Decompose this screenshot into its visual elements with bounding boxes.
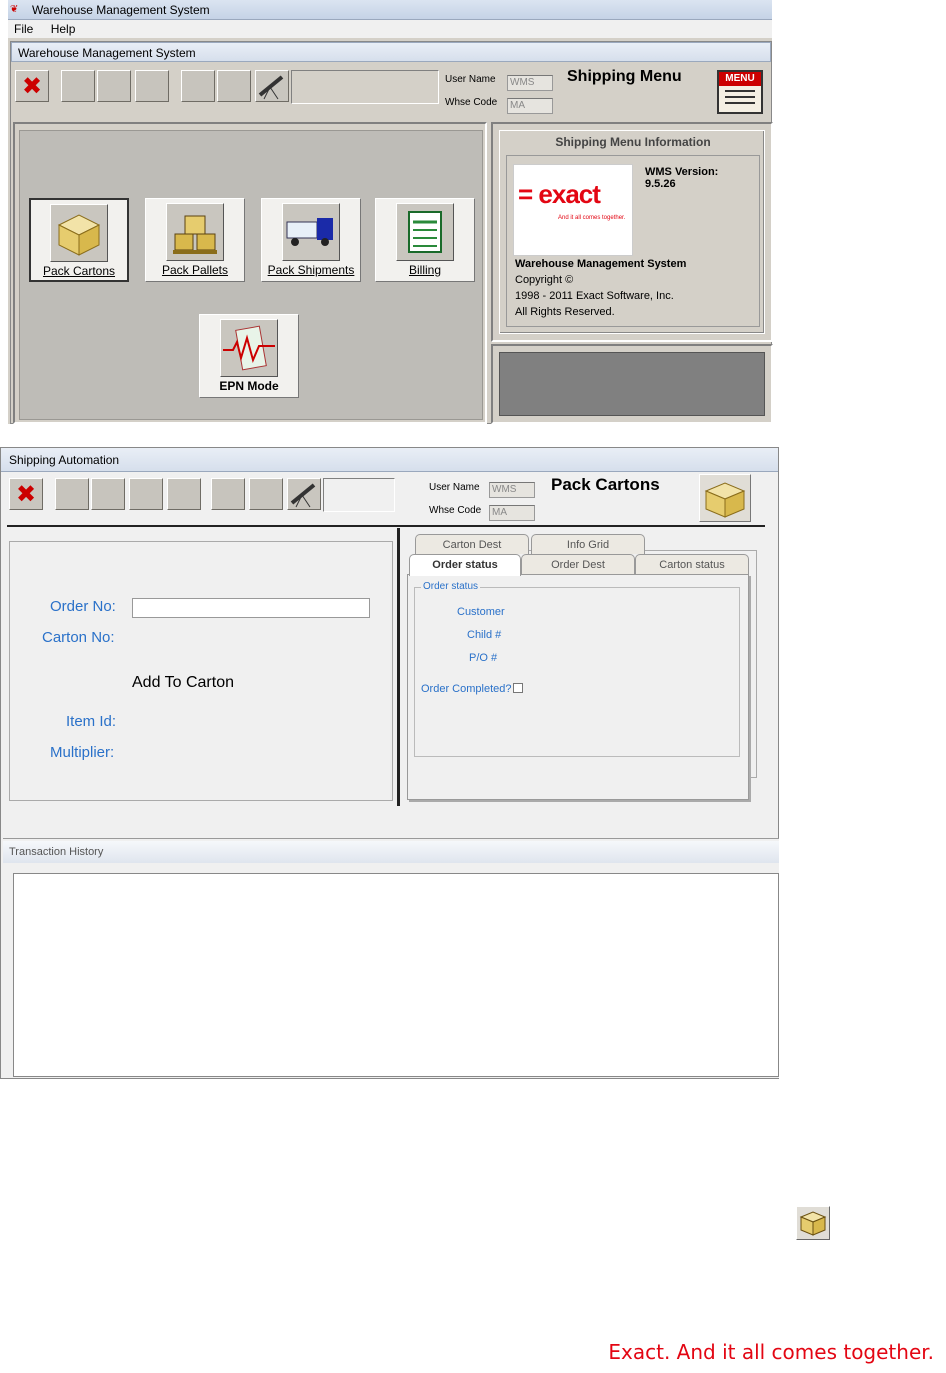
tab-carton-dest[interactable]: Carton Dest <box>415 534 529 554</box>
whse-code-label: Whse Code <box>445 97 498 108</box>
close-icon[interactable]: ✖ <box>15 70 49 102</box>
status-box <box>499 352 765 416</box>
copyright: Copyright © <box>515 274 574 286</box>
tab-carton-status[interactable]: Carton status <box>635 554 749 574</box>
status-panel <box>491 344 773 424</box>
info-panel: Shipping Menu Information = exact And it… <box>491 122 773 342</box>
billing-icon <box>396 203 454 261</box>
info-box: = exact And it all comes together. WMS V… <box>506 155 760 327</box>
rights: All Rights Reserved. <box>515 306 615 318</box>
epn-mode-label: EPN Mode <box>219 379 279 393</box>
inner-title-bar: Warehouse Management System <box>11 42 771 62</box>
user-name-label: User Name <box>445 74 496 85</box>
info-header: Shipping Menu Information <box>555 135 711 149</box>
telescope-icon[interactable] <box>255 70 289 102</box>
info-frame: Shipping Menu Information = exact And it… <box>499 130 765 334</box>
corner-icon[interactable] <box>249 478 283 510</box>
inner-window: Warehouse Management System ✖ User Name … <box>10 41 773 424</box>
menu-icon-label: MENU <box>719 72 761 86</box>
menu-file[interactable]: File <box>14 22 33 36</box>
app-icon: ❦ <box>10 4 19 15</box>
transaction-history-panel: Transaction History <box>3 838 779 1078</box>
add-to-carton-label: Add To Carton <box>132 674 234 691</box>
multiplier-label: Multiplier: <box>50 744 115 761</box>
version-value: 9.5.26 <box>645 178 676 190</box>
version-label: WMS Version: <box>645 166 719 178</box>
customer-label: Customer <box>457 606 505 618</box>
exact-logo: = exact And it all comes together. <box>513 164 633 256</box>
frame-icon[interactable] <box>167 478 201 510</box>
menu-bar: File Help <box>8 20 772 38</box>
menu-icon[interactable]: MENU <box>717 70 763 114</box>
transaction-history-title: Transaction History <box>3 841 779 863</box>
billing-button[interactable]: Billing <box>375 198 475 282</box>
close-icon[interactable]: ✖ <box>9 478 43 510</box>
shipping-automation-window: Shipping Automation ✖ User Name WMS Whse… <box>0 447 779 1079</box>
corner-icon[interactable] <box>181 70 215 102</box>
order-status-group: Order status Customer Child # P/O # Orde… <box>414 581 740 757</box>
certificate-icon[interactable] <box>211 478 245 510</box>
billing-label: Billing <box>408 263 441 277</box>
blank-toolbar-button[interactable] <box>97 70 131 102</box>
toolbar-spacer <box>291 70 439 104</box>
order-completed-label: Order Completed? <box>421 683 512 695</box>
footer-tagline: Exact. And it all comes together. <box>608 1340 934 1364</box>
panel-divider <box>397 528 400 806</box>
whse-code-field[interactable]: MA <box>489 505 535 521</box>
user-name-label: User Name <box>429 482 480 493</box>
whse-code-label: Whse Code <box>429 505 482 516</box>
item-id-label: Item Id: <box>66 713 117 730</box>
menu-help[interactable]: Help <box>51 22 76 36</box>
order-completed-checkbox[interactable] <box>513 683 523 693</box>
blank-toolbar-button[interactable] <box>55 478 89 510</box>
po-label: P/O # <box>469 652 498 664</box>
pack-shipments-button[interactable]: Pack Shipments <box>261 198 361 282</box>
telescope-icon[interactable] <box>287 478 321 510</box>
header-divider <box>7 525 765 527</box>
user-name-field[interactable]: WMS <box>489 482 535 498</box>
app-title: Warehouse Management System <box>32 3 210 17</box>
pack-shipments-label: Pack Shipments <box>267 263 355 277</box>
edit-icon[interactable] <box>91 478 125 510</box>
logo-tagline: And it all comes together. <box>558 215 626 221</box>
edit-icon[interactable] <box>61 70 95 102</box>
tab-order-status[interactable]: Order status <box>409 554 521 576</box>
carton-icon[interactable] <box>699 474 751 522</box>
epn-mode-button[interactable]: EPN Mode <box>199 314 299 398</box>
wms-window: ❦ Warehouse Management System File Help … <box>8 0 773 424</box>
order-no-input[interactable] <box>132 598 370 618</box>
entry-panel: Order No: Carton No: Add To Carton Item … <box>9 541 393 801</box>
screen-title: Pack Cartons <box>551 475 660 494</box>
pack-pallets-label: Pack Pallets <box>161 263 229 277</box>
user-name-field[interactable]: WMS <box>507 75 553 91</box>
logo-text: = exact <box>518 179 601 209</box>
product-name: Warehouse Management System <box>515 258 687 270</box>
transaction-history-list[interactable] <box>13 873 779 1077</box>
tab-info-grid[interactable]: Info Grid <box>531 534 645 554</box>
window-title: Shipping Automation <box>1 448 778 472</box>
carton-no-label: Carton No: <box>42 629 115 646</box>
pack-cartons-button[interactable]: Pack Cartons <box>29 198 129 282</box>
truck-icon <box>282 203 340 261</box>
carton-icon <box>796 1206 830 1240</box>
order-no-label: Order No: <box>50 598 116 615</box>
pack-cartons-label: Pack Cartons <box>42 264 116 278</box>
order-status-group-label: Order status <box>421 581 481 592</box>
carton-icon <box>50 204 108 262</box>
tab-order-dest[interactable]: Order Dest <box>521 554 635 574</box>
pallet-icon <box>166 203 224 261</box>
screen-title: Shipping Menu <box>567 68 682 85</box>
frame-icon[interactable] <box>135 70 169 102</box>
whse-code-field[interactable]: MA <box>507 98 553 114</box>
copyright-years: 1998 - 2011 Exact Software, Inc. <box>515 290 674 302</box>
epn-icon <box>220 319 278 377</box>
app-title-bar: ❦ Warehouse Management System <box>8 0 772 20</box>
pack-pallets-button[interactable]: Pack Pallets <box>145 198 245 282</box>
toolbar-spacer <box>323 478 395 512</box>
tab-page-order-status: Order status Customer Child # P/O # Orde… <box>407 574 749 800</box>
child-label: Child # <box>467 629 502 641</box>
blank-toolbar-button-2[interactable] <box>217 70 251 102</box>
blank-toolbar-button-2[interactable] <box>129 478 163 510</box>
